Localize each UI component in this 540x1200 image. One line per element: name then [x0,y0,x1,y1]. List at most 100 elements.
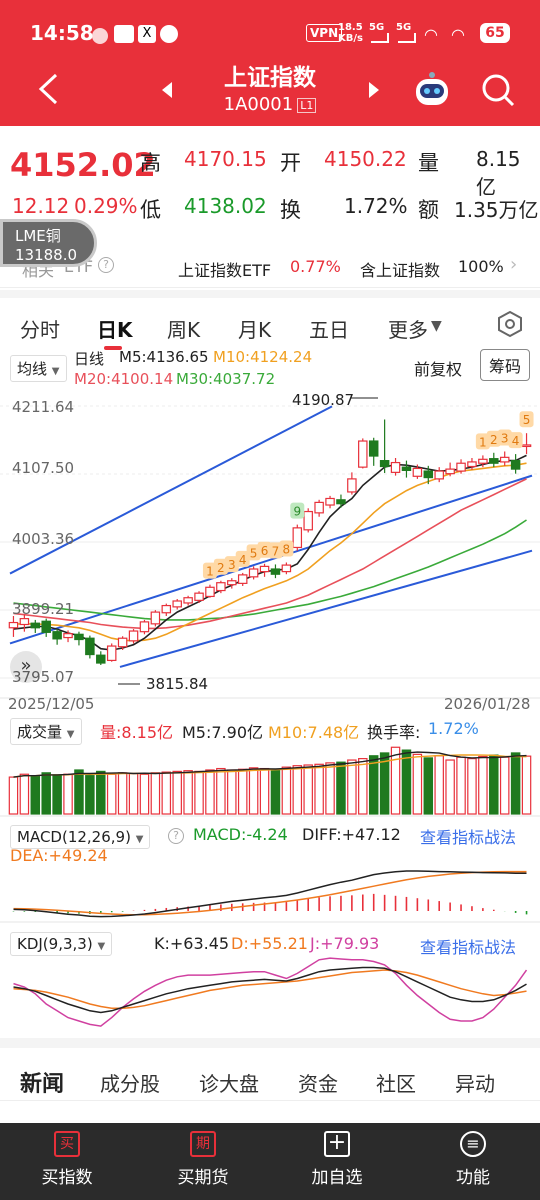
dropdown-icon[interactable]: ▼ [431,318,442,334]
volume-bar [106,773,117,815]
wifi-icon: ◠ [451,25,465,44]
buy-icon: 买 [54,1131,80,1157]
volume-bar [423,757,434,815]
signal-5g: 5G [369,22,385,33]
sequence-marker-label: 3 [501,431,509,445]
candle-body [41,620,51,633]
view-strategy-link[interactable]: 查看指标战法 [420,824,516,848]
y-tick-label: 3899.21 [12,600,75,618]
tab-constituents[interactable]: 成分股 [100,1068,160,1097]
sequence-marker-label: 2 [490,433,498,447]
amount-value: 1.35万亿 [454,198,539,222]
diff-value: DIFF:+47.12 [302,825,401,844]
level-badge: L1 [297,97,317,113]
signal-icon [371,33,389,43]
contain-pct: 100% [458,257,504,276]
add-watchlist-button[interactable]: + 加自选 [292,1131,382,1188]
volume-bar [259,767,270,815]
tab-funds[interactable]: 资金 [298,1068,338,1097]
lme-copper-pill[interactable]: LME铜 13188.0 [0,219,97,267]
chevron-right-icon[interactable]: › [510,254,517,275]
volume-bar [390,746,401,815]
vpn-badge: VPN [306,24,343,42]
tab-movement[interactable]: 异动 [455,1068,495,1097]
volume-bar [117,772,128,815]
trend-line [9,474,533,645]
bottom-action-bar: 买买指数 期买期货 + 加自选 ≡ 功能 [0,1123,540,1200]
candle-body [117,637,128,648]
status-bar: 14:58 X VPN 18.5 KB/s 5G 5G ◠ ◠ 65 [0,0,540,62]
kdj-selector[interactable]: KDJ(9,3,3) ▼ [10,932,113,956]
volume-ma5: M5:7.90亿 [182,723,264,742]
tab-more[interactable]: 更多 [388,314,428,343]
futures-icon: 期 [190,1131,216,1157]
y-tick-label: 4211.64 [12,398,75,416]
volume-bar [161,771,172,815]
volume-bar [467,758,477,815]
robot-assistant-icon[interactable] [412,70,452,110]
tab-monthly-k[interactable]: 月K [238,314,271,343]
search-icon[interactable] [480,72,516,108]
candle-body [96,654,106,664]
settings-hex-icon[interactable] [497,310,523,338]
app-icon [92,28,108,44]
app-icon [114,25,134,43]
tab-weekly-k[interactable]: 周K [167,314,200,343]
candle-body [205,586,215,598]
volume-selector[interactable]: 成交量 ▼ [10,718,82,745]
tab-five-day[interactable]: 五日 [309,314,349,343]
open-value: 4150.22 [324,147,407,171]
status-time: 14:58 [30,21,94,45]
dropdown-icon: ▼ [66,729,75,740]
volume-bar [499,756,510,815]
open-label: 开 [280,151,301,175]
volume-bar [445,759,455,815]
volume-bar [314,763,324,815]
view-strategy-link[interactable]: 查看指标战法 [420,934,516,958]
tab-news[interactable]: 新闻 [20,1066,64,1098]
kline-chart[interactable]: 均线 ▼ 日线 M5:4136.65 M10:4124.24 M20:4100.… [0,348,540,1038]
expand-icon[interactable]: » [10,651,42,683]
candle-body [248,568,259,578]
buy-futures-button[interactable]: 期买期货 [158,1131,248,1188]
tab-community[interactable]: 社区 [376,1068,416,1097]
volume-bar [456,756,466,815]
buy-index-button[interactable]: 买买指数 [22,1131,112,1188]
turnover-rate-value: 1.72% [428,719,479,738]
help-icon[interactable]: ? [168,828,184,844]
functions-label: 功能 [456,1168,490,1188]
sequence-marker-label: 2 [217,561,225,575]
sequence-marker-label: 6 [261,544,269,558]
volume-bar [205,769,215,815]
volume-bar [216,767,226,815]
candle-body [74,633,84,641]
tab-daily-k[interactable]: 日K [97,314,133,343]
volume-bar [8,776,19,815]
volume-bar [85,775,95,815]
candle-body [150,611,161,625]
help-icon[interactable]: ? [98,257,114,273]
net-speed: 18.5 KB/s [338,22,363,44]
sequence-marker-label: 3 [228,558,236,572]
contain-label: 含上证指数 [360,261,441,280]
add-watchlist-label: 加自选 [311,1168,363,1188]
low-marker: 3815.84 [146,675,209,693]
sequence-marker-label: 5 [250,546,258,560]
functions-button[interactable]: ≡ 功能 [428,1131,518,1188]
candle-body [270,568,281,575]
candle-body [128,630,139,642]
kdj-d-line [13,969,527,1010]
next-stock-icon[interactable] [367,80,381,100]
macd-value: MACD:-4.24 [193,825,288,844]
tab-intraday[interactable]: 分时 [20,314,60,343]
dropdown-icon: ▼ [135,834,144,845]
candle-body [237,574,248,584]
turnover-rate-label: 换手率: [367,723,421,742]
etf-name[interactable]: 上证指数ETF [178,257,271,281]
volume-bar [281,766,292,815]
candle-body [172,600,182,608]
buy-index-label: 买指数 [41,1168,93,1188]
tab-diagnosis[interactable]: 诊大盘 [199,1068,259,1097]
volume-bar [52,774,62,815]
candle-body [85,637,95,656]
